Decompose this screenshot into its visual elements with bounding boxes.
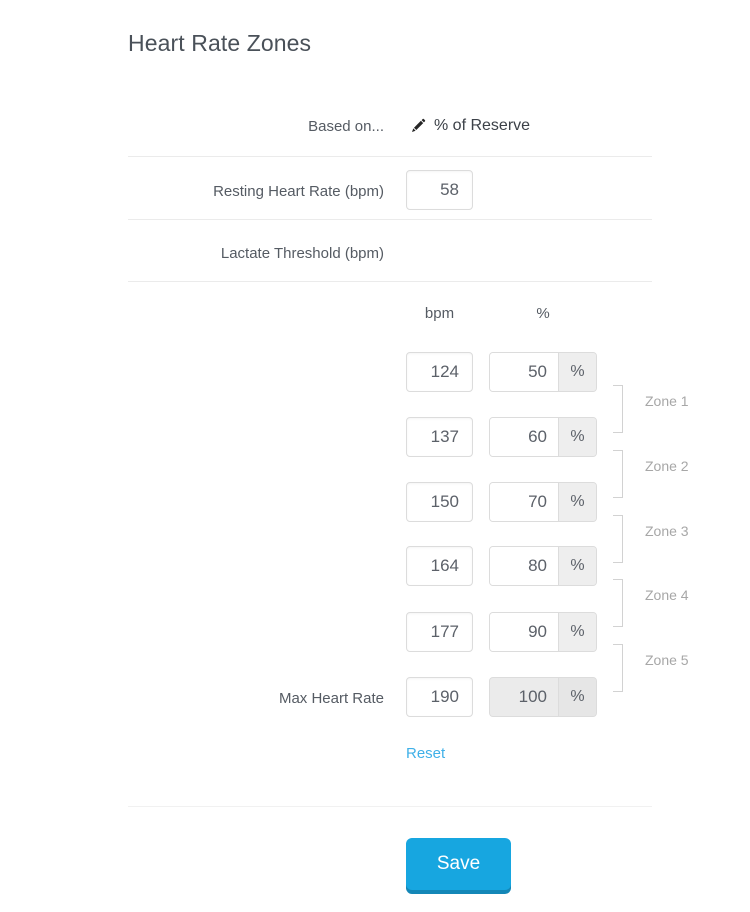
percent-addon-1: % [558,353,596,391]
zone-percent-group-3[interactable]: 70 % [489,482,597,522]
percent-addon-6: % [558,678,596,716]
reset-link[interactable]: Reset [406,745,445,762]
zone-percent-input-2[interactable]: 60 [490,418,558,456]
zone-percent-group-5[interactable]: 90 % [489,612,597,652]
column-header-bpm: bpm [424,305,455,322]
save-button[interactable]: Save [406,838,511,890]
based-on-value-button[interactable]: % of Reserve [410,117,530,135]
zone-label-2: Zone 2 [645,458,689,474]
percent-addon-3: % [558,483,596,521]
max-heart-rate-label: Max Heart Rate [278,690,384,707]
zone-bracket-3 [613,515,623,563]
heart-rate-zones-page: Heart Rate Zones Based on... % of Reserv… [0,0,750,912]
zone-bracket-5 [613,644,623,692]
based-on-label: Based on... [308,118,384,135]
zone-bpm-input-2[interactable]: 137 [406,417,473,457]
zone-percent-group-1[interactable]: 50 % [489,352,597,392]
zone-bracket-4 [613,579,623,627]
resting-heart-rate-input[interactable]: 58 [406,170,473,210]
zone-percent-input-3[interactable]: 70 [490,483,558,521]
divider-3 [128,281,652,282]
resting-heart-rate-label: Resting Heart Rate (bpm) [213,183,384,200]
zone-percent-group-2[interactable]: 60 % [489,417,597,457]
divider-1 [128,156,652,157]
zone-bpm-input-6[interactable]: 190 [406,677,473,717]
zone-percent-input-6: 100 [490,678,558,716]
percent-addon-4: % [558,547,596,585]
column-header-percent: % [536,305,550,322]
zone-bpm-input-1[interactable]: 124 [406,352,473,392]
lactate-threshold-label: Lactate Threshold (bpm) [220,245,384,262]
zone-label-4: Zone 4 [645,587,689,603]
divider-4 [128,806,652,807]
divider-2 [128,219,652,220]
zone-percent-input-4[interactable]: 80 [490,547,558,585]
zone-percent-group-4[interactable]: 80 % [489,546,597,586]
zone-label-5: Zone 5 [645,652,689,668]
zone-percent-input-1[interactable]: 50 [490,353,558,391]
percent-addon-5: % [558,613,596,651]
zone-label-1: Zone 1 [645,393,689,409]
based-on-value-text: % of Reserve [434,117,531,134]
zone-percent-group-6: 100 % [489,677,597,717]
percent-addon-2: % [558,418,596,456]
zone-bpm-input-3[interactable]: 150 [406,482,473,522]
page-title: Heart Rate Zones [128,30,312,56]
zone-percent-input-5[interactable]: 90 [490,613,558,651]
pencil-icon [410,118,426,134]
zone-bpm-input-5[interactable]: 177 [406,612,473,652]
zone-bpm-input-4[interactable]: 164 [406,546,473,586]
zone-bracket-1 [613,385,623,433]
zone-bracket-2 [613,450,623,498]
zone-label-3: Zone 3 [645,523,689,539]
